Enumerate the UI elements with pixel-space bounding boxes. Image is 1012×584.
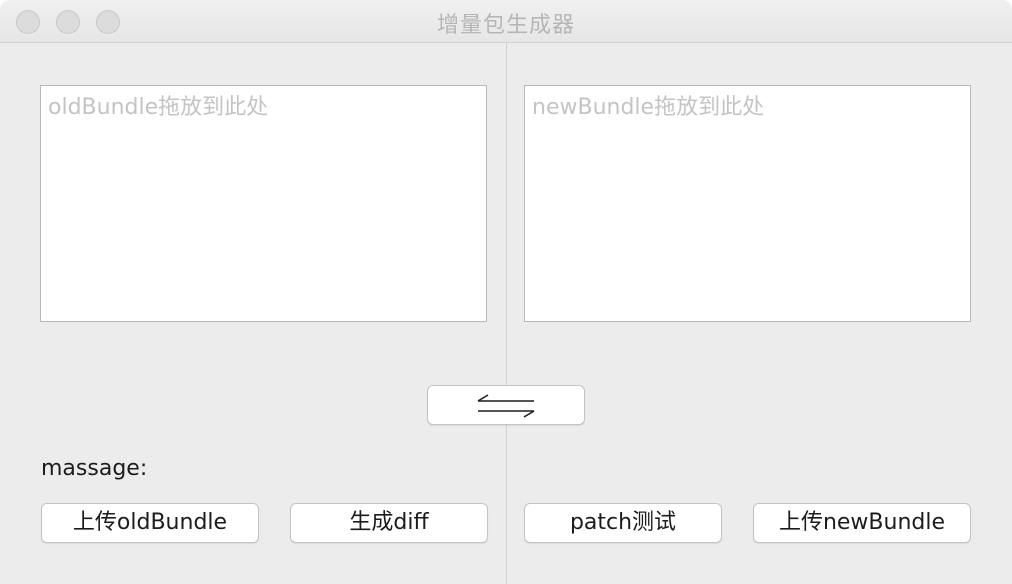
new-bundle-placeholder: newBundle拖放到此处 bbox=[532, 95, 765, 120]
title-bar: 增量包生成器 bbox=[0, 0, 1012, 43]
app-window: 增量包生成器 oldBundle拖放到此处 newBundle拖放到此处 mas… bbox=[0, 0, 1012, 584]
new-bundle-dropzone[interactable]: newBundle拖放到此处 bbox=[524, 85, 971, 322]
center-divider bbox=[506, 43, 507, 584]
window-title: 增量包生成器 bbox=[436, 13, 575, 38]
generate-diff-button[interactable]: 生成diff bbox=[290, 503, 488, 543]
message-label: massage: bbox=[41, 456, 148, 481]
swap-arrows-icon bbox=[477, 394, 535, 418]
upload-new-bundle-button[interactable]: 上传newBundle bbox=[753, 503, 971, 543]
patch-test-button[interactable]: patch测试 bbox=[524, 503, 722, 543]
upload-old-bundle-button[interactable]: 上传oldBundle bbox=[41, 503, 259, 543]
old-bundle-dropzone[interactable]: oldBundle拖放到此处 bbox=[40, 85, 487, 322]
old-bundle-placeholder: oldBundle拖放到此处 bbox=[48, 95, 269, 120]
swap-bundles-button[interactable] bbox=[427, 385, 585, 425]
